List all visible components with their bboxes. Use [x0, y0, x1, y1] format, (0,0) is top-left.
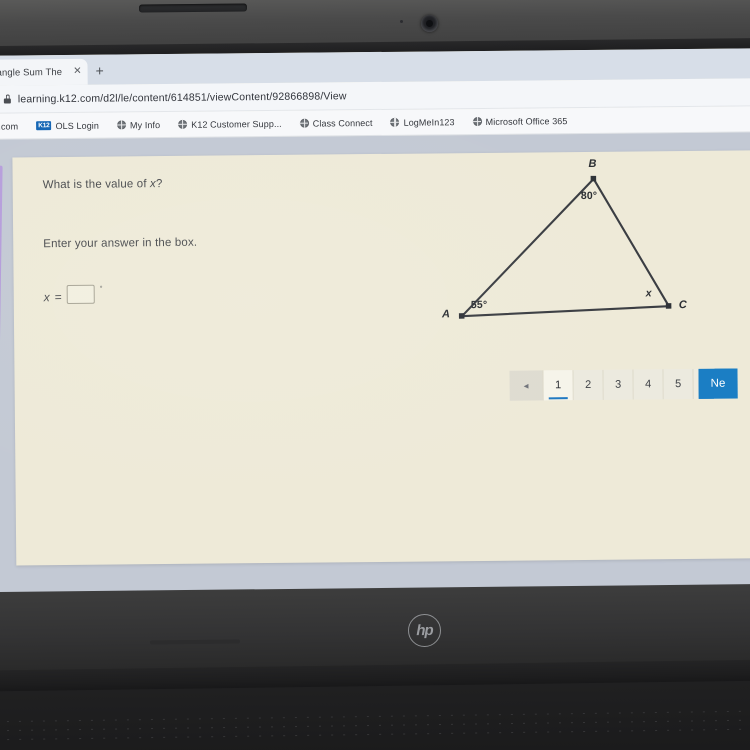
answer-row: x = °: [43, 284, 103, 305]
bookmark-item[interactable]: My Info: [108, 119, 169, 130]
bookmark-label: Class Connect: [312, 117, 373, 129]
vertex-dot-b: [590, 175, 597, 182]
question-prompt-after: ?: [155, 178, 163, 191]
globe-icon: [116, 120, 127, 130]
lock-icon: [3, 94, 11, 104]
bookmark-label: 12.com: [0, 120, 19, 132]
vertex-label-a: A: [441, 308, 451, 321]
triangle-figure: A B C 55° 80° x: [412, 151, 694, 354]
vertex-label-c: C: [678, 299, 688, 312]
bookmark-item[interactable]: 12.com: [0, 121, 27, 131]
vertex-label-b: B: [588, 157, 597, 170]
hp-logo: hp: [407, 613, 442, 648]
globe-icon: [299, 118, 309, 128]
microphone-dot: [400, 20, 403, 23]
bookmark-label: OLS Login: [55, 120, 100, 131]
bezel-speaker-slit: [138, 3, 248, 13]
pagination-prev-button[interactable]: ◄: [509, 370, 544, 401]
close-icon[interactable]: ✕: [73, 66, 81, 77]
vertex-dot-a: [458, 313, 465, 319]
laptop-screen: e Triangle Sum The ✕ + learning.k12.com/…: [0, 48, 750, 596]
webcam-icon: [420, 14, 439, 33]
triangle-outline: [460, 177, 670, 318]
globe-icon: [178, 119, 188, 129]
angle-label-c: x: [645, 287, 652, 300]
question-instruction: Enter your answer in the box.: [43, 236, 198, 251]
globe-icon: [472, 116, 482, 127]
bookmark-item[interactable]: Class Connect: [291, 117, 382, 128]
pagination-page-4[interactable]: 4: [633, 369, 664, 400]
vertex-dot-c: [665, 303, 672, 309]
hp-logo-text: hp: [416, 621, 433, 640]
pagination-page-1[interactable]: 1: [543, 370, 574, 401]
bookmark-item[interactable]: K12 Customer Supp...: [169, 118, 291, 129]
answer-equals-sign: =: [54, 290, 62, 305]
k12-badge-icon: K12: [36, 121, 52, 131]
bookmark-label: K12 Customer Supp...: [191, 118, 282, 130]
answer-input[interactable]: [66, 284, 95, 304]
angle-label-b: 80°: [580, 189, 598, 203]
pagination-page-2[interactable]: 2: [573, 369, 604, 401]
question-prompt-before: What is the value of: [42, 178, 151, 192]
angle-label-a: 55°: [470, 298, 488, 312]
bookmark-item[interactable]: K12 OLS Login: [27, 120, 108, 131]
next-button[interactable]: Ne: [698, 368, 738, 399]
triangle-svg: [458, 175, 672, 319]
globe-icon: [390, 117, 400, 127]
bookmark-item[interactable]: LogMeIn123: [382, 117, 464, 128]
pagination-page-3[interactable]: 3: [603, 369, 634, 400]
bookmark-item[interactable]: Microsoft Office 365: [464, 116, 577, 127]
bookmark-label: LogMeIn123: [403, 116, 455, 128]
bookmark-label: Microsoft Office 365: [485, 115, 568, 127]
question-prompt: What is the value of x?: [43, 178, 163, 191]
bookmark-label: My Info: [129, 119, 161, 130]
url-text: learning.k12.com/d2l/le/content/614851/v…: [17, 89, 347, 105]
browser-tab[interactable]: e Triangle Sum The ✕: [0, 58, 88, 86]
tab-title: e Triangle Sum The: [0, 66, 63, 79]
answer-variable-label: x: [43, 290, 50, 305]
question-content-card: What is the value of x? Enter your answe…: [12, 150, 750, 596]
laptop-photo-scene: e Triangle Sum The ✕ + learning.k12.com/…: [0, 0, 750, 750]
page-background: What is the value of x? Enter your answe…: [0, 132, 750, 596]
pagination: ◄ 1 2 3 4 5 Ne: [509, 368, 738, 401]
pagination-page-5[interactable]: 5: [663, 368, 694, 400]
degree-unit-label: °: [99, 285, 103, 293]
new-tab-button[interactable]: +: [95, 63, 103, 79]
